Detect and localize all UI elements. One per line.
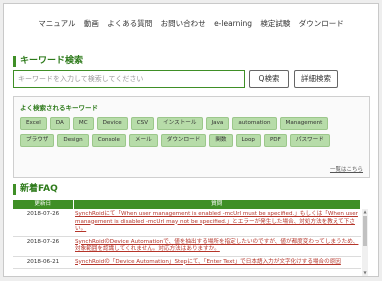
faq-question-link[interactable]: SynchRoidにて「When user management is enab… <box>75 211 358 232</box>
top-nav: マニュアル 動画 よくある質問 お問い合わせ e-learning 検定試験 ダ… <box>4 18 378 29</box>
keyword-tag[interactable]: MC <box>72 117 94 130</box>
keyword-tag[interactable]: Java <box>205 117 230 130</box>
keyword-search-title: キーワード検索 <box>13 56 83 67</box>
faq-question-link[interactable]: SynchRoidのDevice Automationで、値を抽出する場所を指定… <box>75 239 358 253</box>
table-row: 2018-07-26 SynchRoidのDevice Automationで、… <box>13 236 361 257</box>
keyword-tag[interactable]: ブラウザ <box>20 134 55 147</box>
keyword-row-2: ブラウザ Design Console メール ダウンロード 関数 Loop PDF パスワード <box>20 134 362 147</box>
faq-table: 更新日 質問 2018-07-26 SynchRoidにて「When user … <box>13 200 368 276</box>
keyword-list-link[interactable]: 一覧はこちら <box>330 165 363 173</box>
nav-contact[interactable]: お問い合わせ <box>161 19 206 28</box>
table-row: 2018-07-26 SynchRoidにて「When user managem… <box>13 209 361 237</box>
keyword-tag[interactable]: Excel <box>20 117 47 130</box>
new-faq-title: 新着FAQ <box>13 184 58 195</box>
faq-header-date: 更新日 <box>13 200 74 209</box>
popular-keywords-title: よく検索されるキーワード <box>20 104 98 112</box>
nav-faq[interactable]: よくある質問 <box>107 19 152 28</box>
nav-download[interactable]: ダウンロード <box>299 19 344 28</box>
faq-scrollbar[interactable]: ▲ ▼ <box>362 209 368 276</box>
keyword-tag[interactable]: Console <box>91 134 126 147</box>
keyword-tag[interactable]: Design <box>57 134 89 147</box>
keyword-tag[interactable]: 関数 <box>209 134 233 147</box>
faq-date: 2018-07-26 <box>13 209 73 237</box>
keyword-tag[interactable]: ダウンロード <box>160 134 207 147</box>
keyword-tag[interactable]: メール <box>128 134 158 147</box>
keyword-row-1: Excel DA MC Device CSV インストール Java automation Ma… <box>20 117 362 130</box>
scroll-up-arrow-icon[interactable]: ▲ <box>362 209 368 215</box>
search-input[interactable] <box>13 70 245 88</box>
faq-header-question: 質問 <box>73 200 361 209</box>
keyword-tag[interactable]: パスワード <box>289 134 330 147</box>
keyword-tag[interactable]: インストール <box>157 117 203 130</box>
search-button[interactable]: Q検索 <box>249 70 289 88</box>
detail-search-button[interactable]: 詳細検索 <box>294 70 338 88</box>
nav-manual[interactable]: マニュアル <box>38 19 75 28</box>
scroll-down-arrow-icon[interactable]: ▼ <box>362 270 368 276</box>
keyword-tag[interactable]: CSV <box>130 117 155 130</box>
keyword-tag[interactable]: DA <box>49 117 70 130</box>
faq-date: 2018-06-21 <box>13 256 73 269</box>
faq-date: 2018-07-26 <box>13 236 73 257</box>
nav-elearning[interactable]: e-learning <box>214 19 252 28</box>
popular-keywords-panel: よく検索されるキーワード Excel DA MC Device CSV インストール Jav… <box>13 96 370 178</box>
faq-question-link[interactable]: SynchRoidの「Device Automation」Stepにて、「Ent… <box>75 259 341 265</box>
nav-video[interactable]: 動画 <box>84 19 99 28</box>
nav-certification[interactable]: 検定試験 <box>260 19 290 28</box>
scroll-thumb[interactable] <box>363 216 367 246</box>
keyword-tag[interactable]: PDF <box>263 134 287 147</box>
keyword-tag[interactable]: Loop <box>235 134 261 147</box>
keyword-tag[interactable]: Management <box>279 117 329 130</box>
table-row: 2018-06-21 SynchRoidの「Device Automation」… <box>13 256 361 269</box>
keyword-tag[interactable]: automation <box>232 117 277 130</box>
search-row: Q検索 詳細検索 <box>13 70 368 88</box>
page-frame: マニュアル 動画 よくある質問 お問い合わせ e-learning 検定試験 ダ… <box>3 3 379 277</box>
keyword-tags: Excel DA MC Device CSV インストール Java automation Ma… <box>20 117 362 151</box>
keyword-tag[interactable]: Device <box>96 117 128 130</box>
